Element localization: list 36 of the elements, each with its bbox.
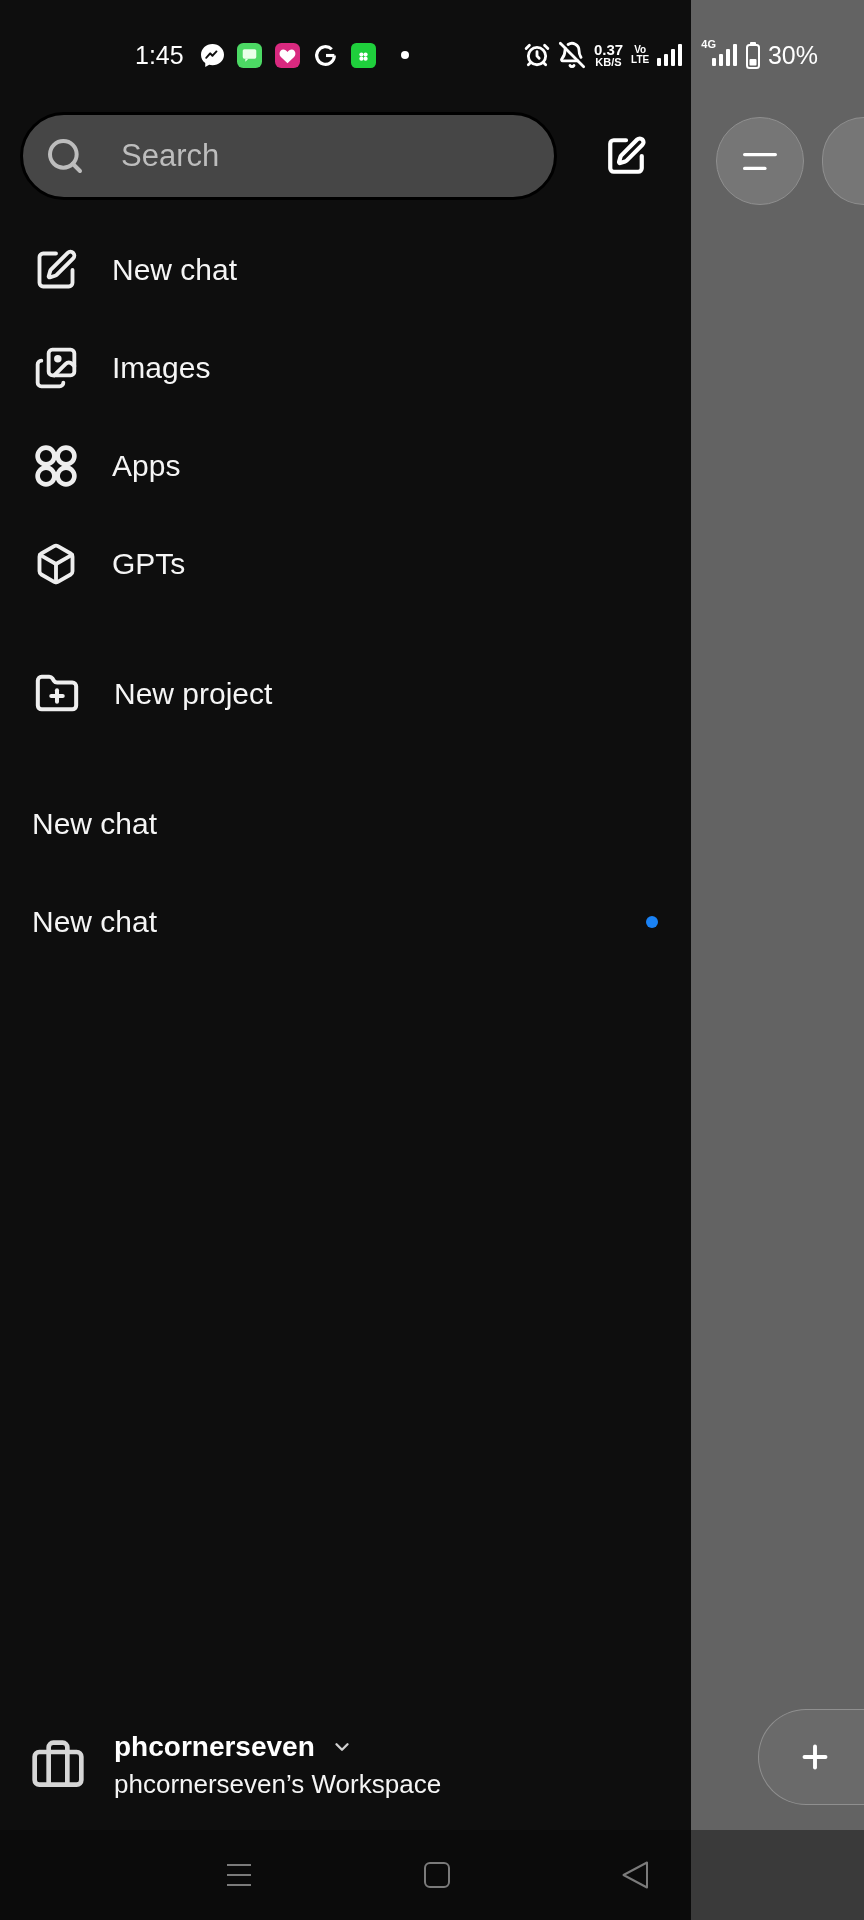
status-time: 1:45 <box>135 40 184 70</box>
alarm-icon <box>523 42 550 68</box>
speed-unit: KB/S <box>595 57 622 68</box>
menu-item[interactable]: Images <box>0 319 691 417</box>
signal-icon <box>657 44 684 66</box>
account-switcher[interactable]: phcornerseven <box>114 1731 353 1763</box>
battery-icon <box>745 41 760 69</box>
menu-lines-icon[interactable] <box>226 1864 252 1886</box>
menu-item[interactable]: Apps <box>0 417 691 515</box>
compose-icon <box>605 135 647 177</box>
menu-item[interactable]: New project <box>0 645 691 743</box>
chat-bubble-icon <box>200 43 224 67</box>
battery-percent: 30% <box>767 40 818 70</box>
search-field[interactable]: Search <box>20 112 557 200</box>
chat-history-item[interactable]: New chat <box>0 775 691 873</box>
menu-icon <box>743 152 777 170</box>
g-logo-icon <box>312 42 338 68</box>
muted-bell-icon <box>557 41 586 69</box>
network-type: 4G <box>701 38 716 50</box>
volte-text: LTE <box>631 55 650 66</box>
network-speed: 0.37 <box>593 42 624 57</box>
volte-text: Vo <box>634 44 647 55</box>
more-dot-icon <box>400 51 409 59</box>
search-icon <box>45 136 85 176</box>
compose-button[interactable] <box>605 135 647 177</box>
menu-item[interactable]: GPTs <box>0 515 691 613</box>
heart-app-icon <box>274 42 300 68</box>
chat-history-item[interactable]: New chat <box>0 873 691 971</box>
message-app-icon <box>236 42 262 68</box>
back-icon[interactable] <box>622 1861 648 1889</box>
images-icon <box>34 346 78 390</box>
menu-item[interactable]: New chat <box>0 221 691 319</box>
four-circles-icon <box>34 444 78 488</box>
square-icon[interactable] <box>424 1862 450 1888</box>
workspace-name: phcornerseven’s Workspace <box>114 1769 442 1800</box>
app-tile-icon <box>350 42 376 68</box>
